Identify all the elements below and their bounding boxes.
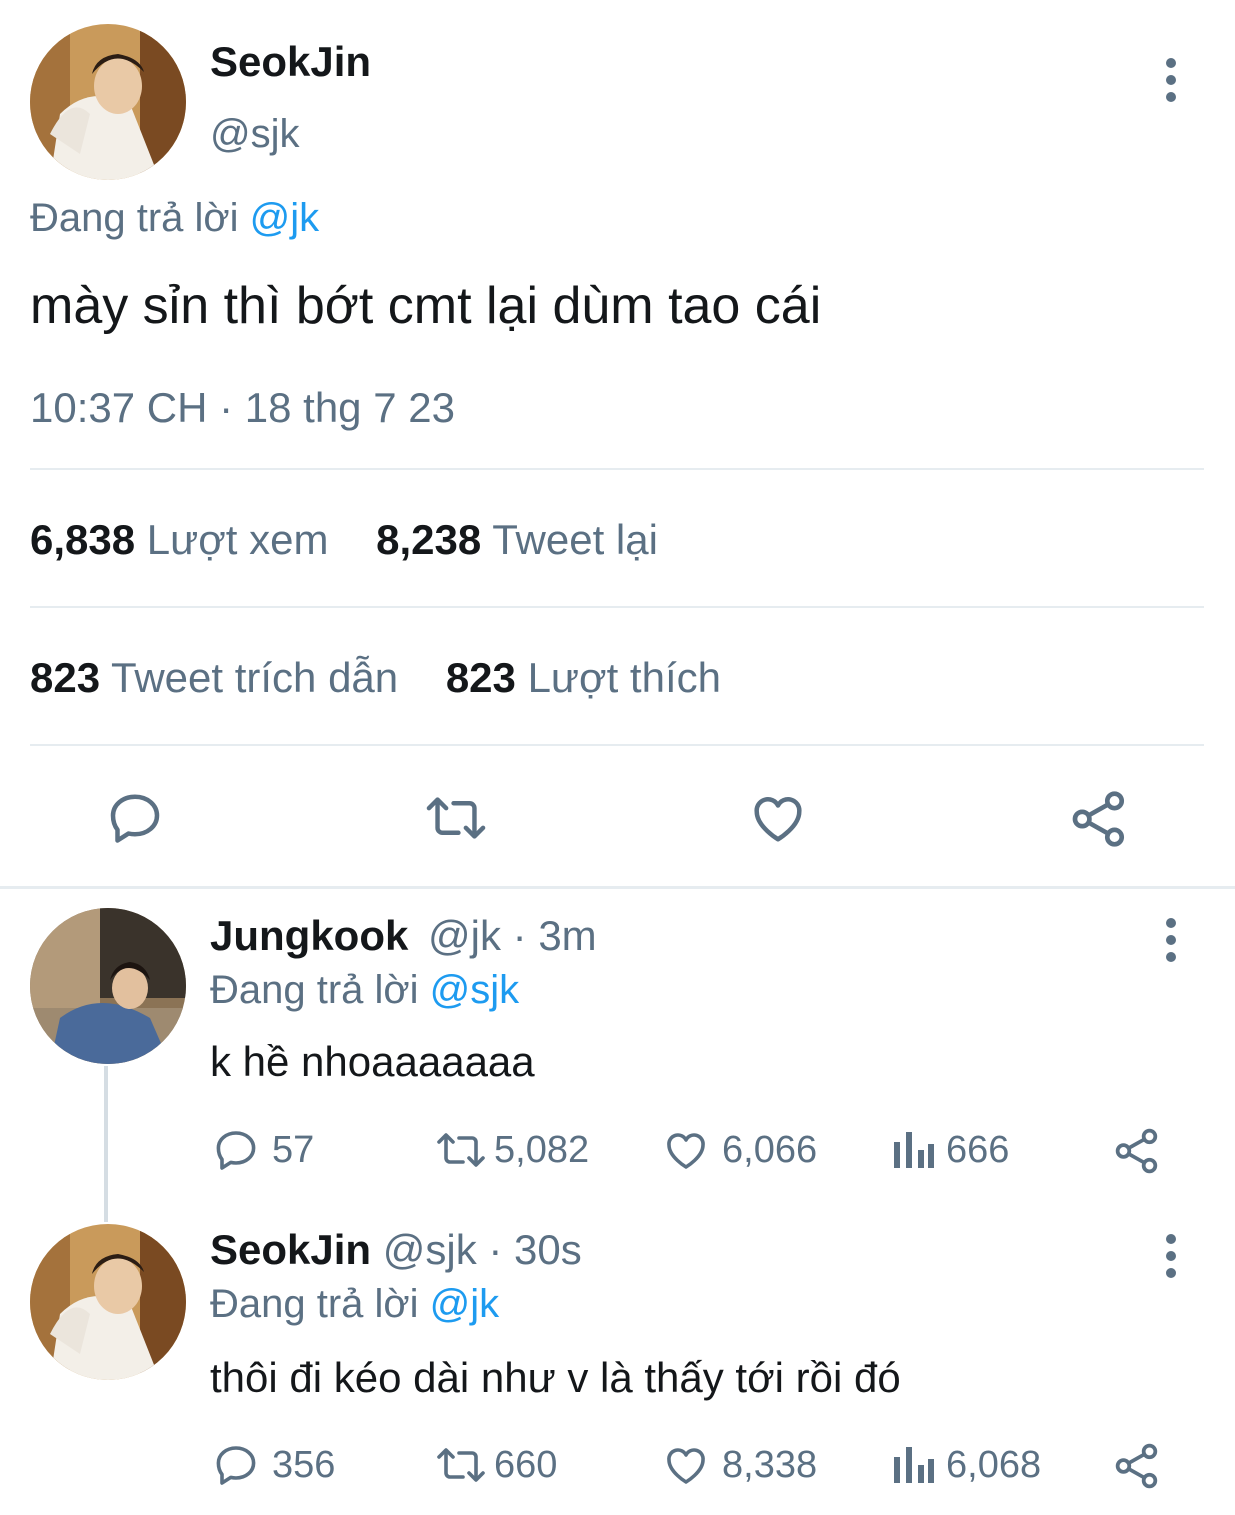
like-icon <box>667 1448 705 1484</box>
tweet-timestamp[interactable]: 10:37 CH · 18 thg 7 23 <box>30 384 455 432</box>
reply-prefix: Đang trả lời <box>30 196 239 240</box>
like-icon[interactable] <box>748 788 808 853</box>
divider <box>30 606 1204 608</box>
author-name[interactable]: SeokJin <box>210 38 371 86</box>
views-icon <box>894 1132 934 1168</box>
retweets-count: 8,238 <box>376 516 482 563</box>
reply-count: 57 <box>272 1128 315 1171</box>
reply-text: thôi đi kéo dài như v là thấy tới rồi đó <box>210 1354 901 1401</box>
views-button[interactable]: 6,068 <box>890 1441 1041 1489</box>
likes-label: Lượt thích <box>527 654 721 701</box>
retweet-icon <box>437 1133 485 1167</box>
like-icon <box>667 1133 705 1169</box>
tweet-text: mày sỉn thì bớt cmt lại dùm tao cái <box>30 277 822 335</box>
reply-author-avatar[interactable] <box>30 908 186 1064</box>
retweet-icon[interactable] <box>424 788 488 853</box>
reply-author-avatar[interactable] <box>30 1224 186 1380</box>
reply-author-handle[interactable]: @sjk <box>383 1226 477 1273</box>
reply-author-name[interactable]: Jungkook <box>210 912 408 959</box>
reply-count: 356 <box>272 1443 336 1486</box>
reply-context: Đang trả lời @jk <box>30 196 319 241</box>
share-icon[interactable] <box>1112 1126 1162 1181</box>
like-button[interactable]: 8,338 <box>662 1441 817 1489</box>
retweet-icon <box>437 1448 485 1482</box>
retweet-count: 660 <box>494 1443 558 1486</box>
reply-icon <box>216 1446 256 1485</box>
reply-time[interactable]: · 30s <box>488 1226 581 1273</box>
reply-text: k hề nhoaaaaaaa <box>210 1038 535 1085</box>
quotes-stat[interactable]: 823 Tweet trích dẫn <box>30 654 410 701</box>
author-handle[interactable]: @sjk <box>210 112 300 157</box>
reply-to-link[interactable]: @jk <box>250 196 320 240</box>
views-icon <box>894 1447 934 1483</box>
quotes-label: Tweet trích dẫn <box>111 654 399 701</box>
reply-time[interactable]: · 3m <box>513 912 597 959</box>
views-button[interactable]: 666 <box>890 1126 1009 1174</box>
divider <box>30 468 1204 470</box>
share-icon[interactable] <box>1112 1441 1162 1496</box>
likes-count: 823 <box>445 654 516 701</box>
author-avatar[interactable] <box>30 24 186 180</box>
more-options-icon[interactable] <box>1164 918 1178 969</box>
like-count: 8,338 <box>722 1443 818 1486</box>
retweet-count: 5,082 <box>494 1128 590 1171</box>
reply-prefix: Đang trả lời <box>210 968 419 1012</box>
retweets-label: Tweet lại <box>492 516 658 563</box>
more-options-icon[interactable] <box>1164 58 1178 109</box>
likes-stat[interactable]: 823 Lượt thích <box>446 654 721 701</box>
retweet-button[interactable]: 5,082 <box>434 1126 589 1174</box>
reply-author-handle[interactable]: @jk <box>428 912 501 959</box>
stats-row-2: 823 Tweet trích dẫn 823 Lượt thích <box>30 654 721 702</box>
views-count: 6,838 <box>30 516 136 563</box>
divider <box>30 744 1204 746</box>
views-stat[interactable]: 6,838 Lượt xem <box>30 516 340 563</box>
reply-icon[interactable] <box>105 788 165 853</box>
retweets-stat[interactable]: 8,238 Tweet lại <box>376 516 658 563</box>
quotes-count: 823 <box>30 654 101 701</box>
reply-to-link[interactable]: @sjk <box>430 968 520 1012</box>
reply-button[interactable]: 57 <box>212 1126 314 1174</box>
more-options-icon[interactable] <box>1164 1234 1178 1285</box>
reply-icon <box>216 1131 256 1170</box>
like-button[interactable]: 6,066 <box>662 1126 817 1174</box>
reply-author-name[interactable]: SeokJin <box>210 1226 371 1273</box>
reply-to-link[interactable]: @jk <box>430 1282 500 1326</box>
retweet-button[interactable]: 660 <box>434 1441 557 1489</box>
reply-context: Đang trả lời @jk <box>210 1282 499 1327</box>
reply-prefix: Đang trả lời <box>210 1282 419 1326</box>
thread-line <box>104 1066 108 1222</box>
reply-header: Jungkook @jk · 3m <box>210 912 597 960</box>
like-count: 6,066 <box>722 1128 818 1171</box>
reply-button[interactable]: 356 <box>212 1441 335 1489</box>
section-divider <box>0 886 1235 889</box>
views-count: 6,068 <box>946 1443 1042 1486</box>
views-count: 666 <box>946 1128 1010 1171</box>
stats-row-1: 6,838 Lượt xem 8,238 Tweet lại <box>30 516 658 564</box>
reply-header: SeokJin @sjk · 30s <box>210 1226 582 1274</box>
views-label: Lượt xem <box>146 516 329 563</box>
reply-context: Đang trả lời @sjk <box>210 968 519 1013</box>
share-icon[interactable] <box>1068 788 1130 855</box>
